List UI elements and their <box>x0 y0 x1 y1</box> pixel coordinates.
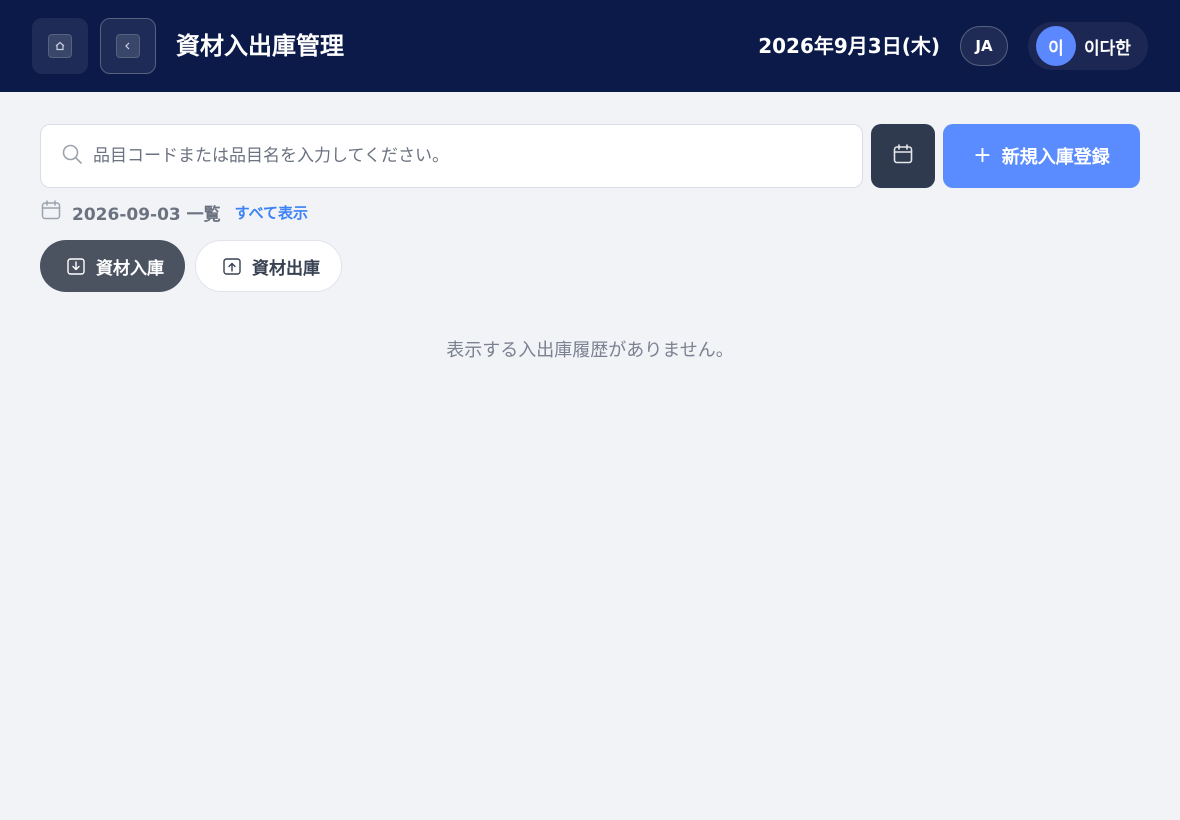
date-list-label: 2026-09-03 一覧 <box>72 204 221 225</box>
avatar: 이 <box>1036 26 1076 66</box>
calendar-small-icon <box>40 199 62 225</box>
calendar-button[interactable] <box>871 124 935 188</box>
app-header: 資材入出庫管理 2026年9月3日(木) JA 이 이다한 <box>0 0 1180 92</box>
back-button[interactable] <box>100 18 156 74</box>
header-date: 2026年9月3日(木) <box>758 34 940 58</box>
show-all-link[interactable]: すべて表示 <box>235 202 308 223</box>
page-title: 資材入出庫管理 <box>176 32 344 60</box>
search-input[interactable] <box>93 136 813 176</box>
date-filter: 2026-09-03 一覧 すべて表示 <box>40 198 308 226</box>
language-button[interactable]: JA <box>960 26 1008 66</box>
user-menu[interactable]: 이 이다한 <box>1028 22 1148 70</box>
outbound-icon <box>222 256 242 276</box>
search-icon <box>61 143 83 169</box>
new-inbound-label: 新規入庫登録 <box>1001 147 1110 168</box>
home-button[interactable] <box>32 18 88 74</box>
new-inbound-button[interactable]: + 新規入庫登録 <box>943 124 1140 188</box>
chevron-left-icon <box>116 34 140 58</box>
tab-inbound-label: 資材入庫 <box>96 258 164 279</box>
search-box <box>40 124 863 188</box>
empty-state-message: 表示する入出庫履歴がありません。 <box>446 340 734 361</box>
home-icon <box>48 34 72 58</box>
tab-outbound-label: 資材出庫 <box>252 258 320 279</box>
calendar-icon <box>892 143 914 169</box>
user-name: 이다한 <box>1084 38 1131 59</box>
tab-inbound[interactable]: 資材入庫 <box>40 240 185 292</box>
tab-outbound[interactable]: 資材出庫 <box>195 240 342 292</box>
plus-icon: + <box>973 143 992 168</box>
inbound-icon <box>66 256 86 276</box>
